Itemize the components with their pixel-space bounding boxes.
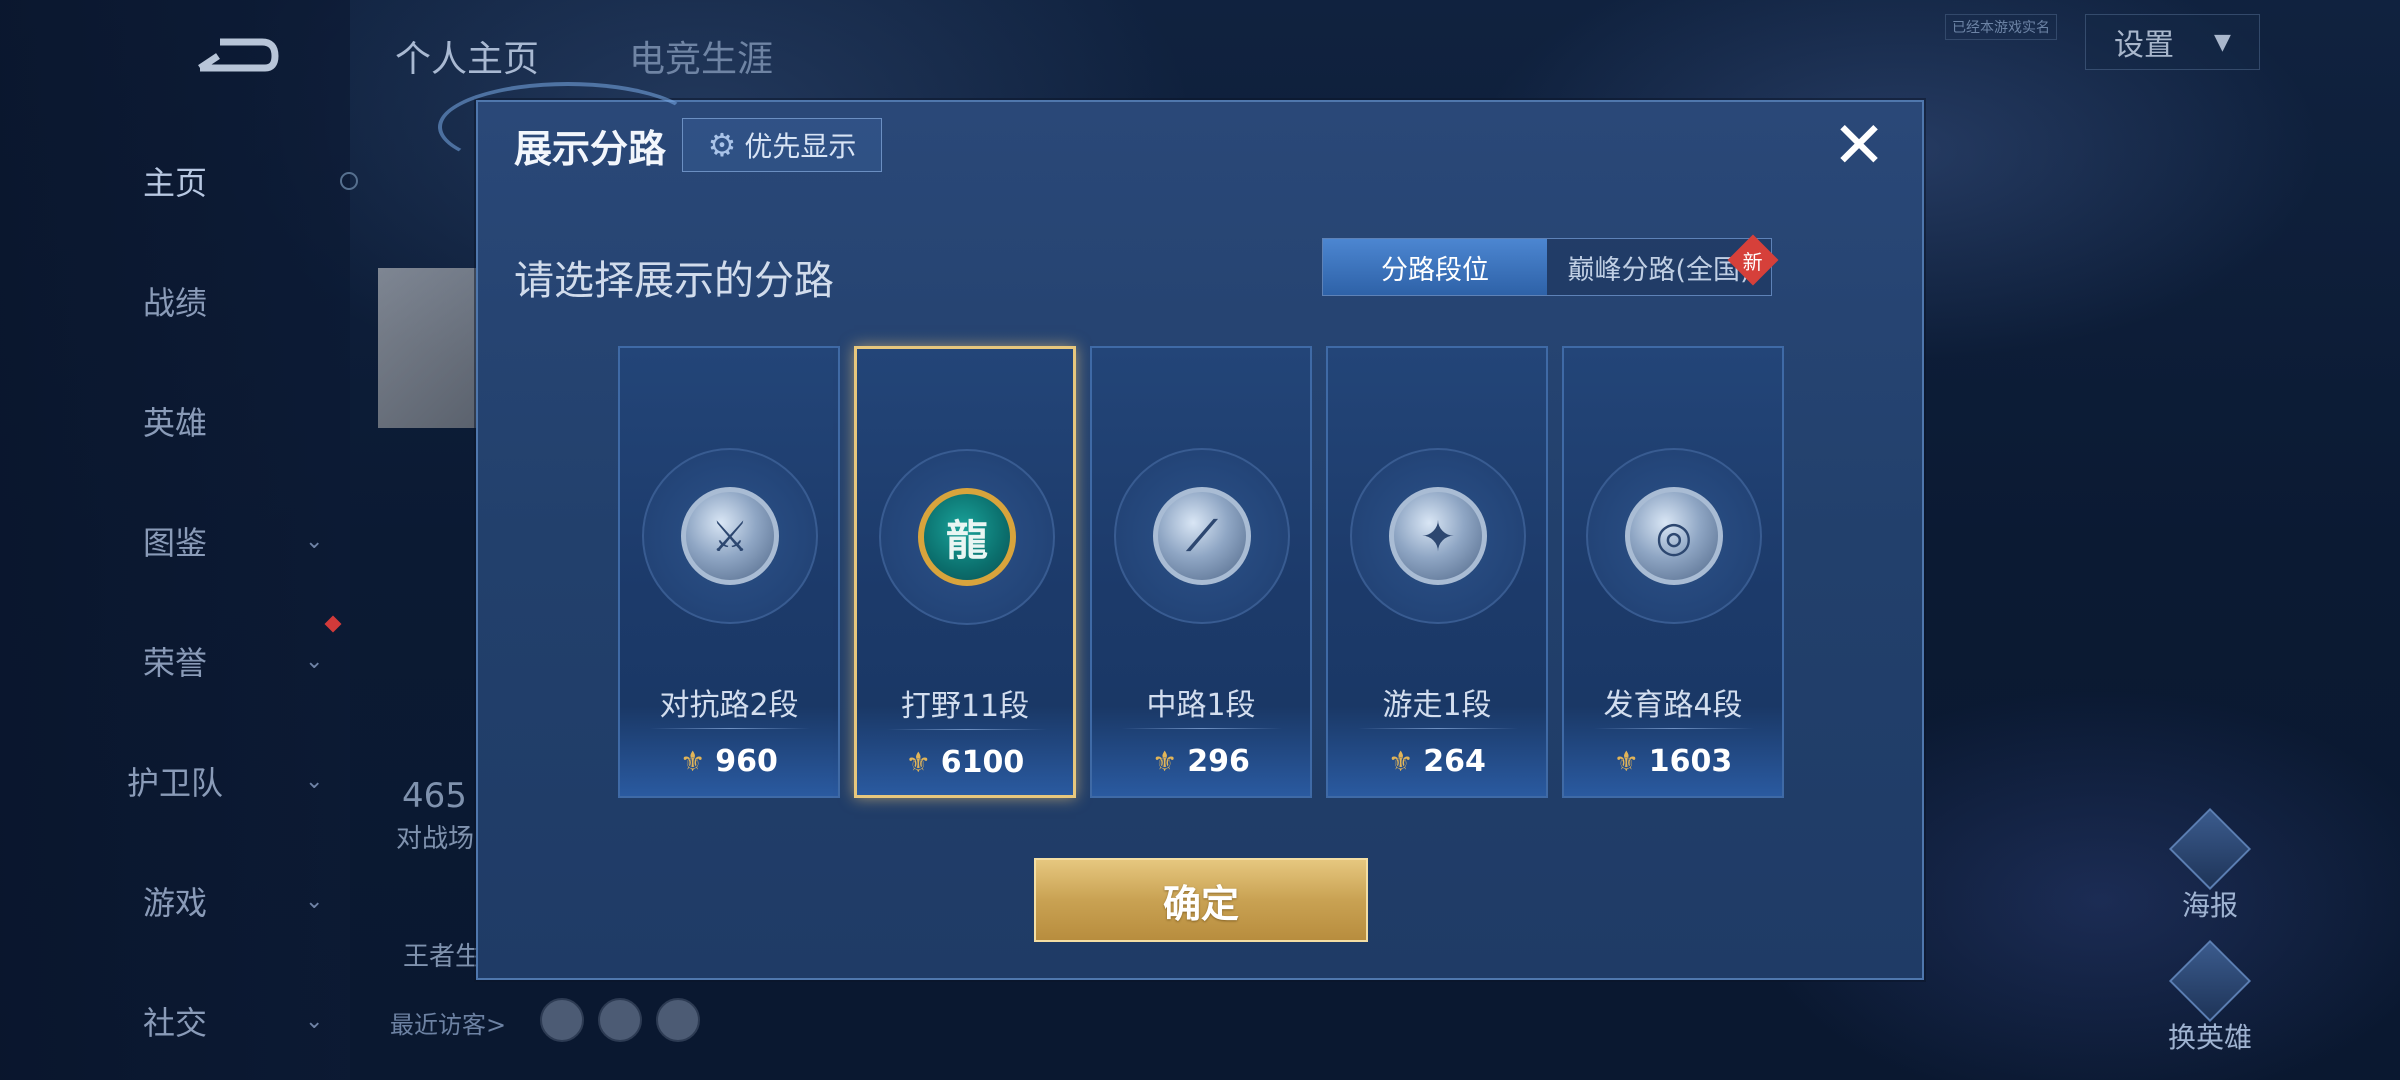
rank-points-icon: ⚜	[905, 746, 931, 779]
notification-dot	[324, 615, 342, 633]
top-tabs: 个人主页 电竞生涯	[395, 30, 773, 82]
chevron-down-icon: ⌄	[305, 528, 324, 554]
sidebar-item-label: 英雄	[142, 404, 207, 442]
dialog-subtitle: 请选择展示的分路	[514, 258, 834, 304]
tab-esports-career[interactable]: 电竞生涯	[629, 30, 773, 82]
lane-score: ⚜ 6100	[857, 745, 1073, 780]
divider	[1122, 728, 1282, 729]
sidebar-item[interactable]: 主页	[0, 158, 358, 204]
sidebar-item-label: 荣誉	[142, 644, 207, 682]
rank-points-icon: ⚜	[1388, 745, 1414, 778]
chevron-down-icon: ⌄	[305, 888, 324, 914]
priority-display-label: 优先显示	[744, 130, 857, 163]
dialog-title: 展示分路	[514, 127, 667, 171]
lane-card[interactable]: ◎ 发育路4段 ⚜ 1603	[1562, 346, 1784, 798]
sidebar-item[interactable]: 社交 ⌄	[0, 998, 350, 1044]
divider	[1594, 728, 1754, 729]
staff-emblem-icon: ⟋	[1153, 487, 1251, 585]
sword-emblem-icon: ⚔	[681, 487, 779, 585]
visitor-avatar[interactable]	[540, 998, 584, 1042]
lane-score-value: 960	[715, 744, 778, 779]
lane-score-value: 296	[1187, 744, 1250, 779]
close-icon[interactable]: ✕	[1828, 114, 1890, 178]
visitor-avatar[interactable]	[656, 998, 700, 1042]
active-indicator	[340, 172, 358, 190]
divider	[887, 729, 1047, 730]
lane-score: ⚜ 264	[1328, 744, 1546, 779]
sidebar-item[interactable]: 护卫队 ⌄	[0, 758, 350, 804]
sidebar-item-label: 主页	[142, 164, 207, 202]
target-emblem-icon: ◎	[1625, 487, 1723, 585]
lane-score: ⚜ 1603	[1564, 744, 1782, 779]
sidebar-item-label: 图鉴	[142, 524, 207, 562]
priority-display-button[interactable]: ⚙ 优先显示	[682, 118, 882, 172]
new-badge-label: 新	[1743, 249, 1763, 274]
sidebar-item[interactable]: 游戏 ⌄	[0, 878, 350, 924]
confirm-label: 确定	[1162, 881, 1239, 926]
chevron-down-icon: ⌄	[305, 648, 324, 674]
lane-name: 打野11段	[900, 689, 1030, 724]
sidebar-item-label: 护卫队	[126, 764, 223, 802]
lane-score-value: 6100	[940, 745, 1025, 780]
back-icon[interactable]	[180, 30, 280, 80]
segment-control: 分路段位 巅峰分路(全国)	[1322, 238, 1772, 296]
sidebar-item[interactable]: 图鉴 ⌄	[0, 518, 350, 564]
wings-emblem-icon: ✦	[1389, 487, 1487, 585]
realname-tag: 已经本游戏实名	[1945, 14, 2057, 40]
settings-label: 设置	[2114, 28, 2175, 63]
stat-value: 465	[402, 776, 467, 816]
lane-name: 游走1段	[1382, 688, 1492, 723]
lane-cards: ⚔ 对抗路2段 ⚜ 960 龍打野11段 ⚜ 6100 ⟋ 中路1段 ⚜ 296 ✦ 游走1段 ⚜ 264 ◎…	[618, 346, 1784, 798]
gear-icon: ⚙	[707, 126, 737, 164]
sidebar-item[interactable]: 战绩	[0, 278, 350, 324]
rank-points-icon: ⚜	[680, 745, 706, 778]
chevron-down-icon: ▼	[2214, 29, 2231, 55]
divider	[650, 728, 810, 729]
switch-hero-button[interactable]: 换英雄	[2150, 939, 2270, 1056]
lane-score: ⚜ 296	[1092, 744, 1310, 779]
sidebar: 主页战绩英雄图鉴 ⌄ 荣誉 ⌄ 护卫队 ⌄ 游戏 ⌄ 社交 ⌄	[0, 0, 358, 1080]
lane-card[interactable]: ✦ 游走1段 ⚜ 264	[1326, 346, 1548, 798]
poster-icon	[2168, 807, 2252, 891]
stat-label: 对战场	[396, 824, 475, 854]
poster-button[interactable]: 海报	[2150, 807, 2270, 924]
recent-visitors-link[interactable]: 最近访客>	[390, 1005, 506, 1040]
king-label: 王者生	[403, 942, 482, 972]
lane-card[interactable]: ⚔ 对抗路2段 ⚜ 960	[618, 346, 840, 798]
divider	[1358, 728, 1518, 729]
lane-name: 中路1段	[1146, 688, 1256, 723]
rank-points-icon: ⚜	[1152, 745, 1178, 778]
lane-card[interactable]: ⟋ 中路1段 ⚜ 296	[1090, 346, 1312, 798]
sidebar-item[interactable]: 英雄	[0, 398, 350, 444]
sidebar-item-label: 社交	[142, 1004, 207, 1042]
visitor-avatar[interactable]	[598, 998, 642, 1042]
lane-score: ⚜ 960	[620, 744, 838, 779]
settings-button[interactable]: 设置 ▼	[2085, 14, 2260, 70]
sidebar-item-label: 战绩	[142, 284, 207, 322]
lane-score-value: 264	[1423, 744, 1486, 779]
lane-display-dialog: 展示分路 ⚙ 优先显示 ✕ 请选择展示的分路 分路段位 巅峰分路(全国) 新 ⚔…	[438, 82, 1924, 980]
rank-points-icon: ⚜	[1613, 745, 1639, 778]
dragon-emblem-icon: 龍	[918, 488, 1016, 586]
lane-score-value: 1603	[1648, 744, 1733, 779]
lane-name: 对抗路2段	[659, 688, 799, 723]
chevron-down-icon: ⌄	[305, 1008, 324, 1034]
lane-name: 发育路4段	[1603, 688, 1743, 723]
segment-lane-rank[interactable]: 分路段位	[1323, 239, 1547, 295]
lane-card[interactable]: 龍打野11段 ⚜ 6100	[854, 346, 1076, 798]
chevron-down-icon: ⌄	[305, 768, 324, 794]
tab-profile[interactable]: 个人主页	[395, 30, 539, 82]
confirm-button[interactable]: 确定	[1034, 858, 1368, 942]
poster-label: 海报	[2181, 889, 2238, 922]
sidebar-item[interactable]: 荣誉 ⌄	[0, 638, 350, 684]
sidebar-item-label: 游戏	[142, 884, 207, 922]
switch-hero-label: 换英雄	[2167, 1021, 2252, 1054]
switch-hero-icon	[2168, 939, 2252, 1023]
